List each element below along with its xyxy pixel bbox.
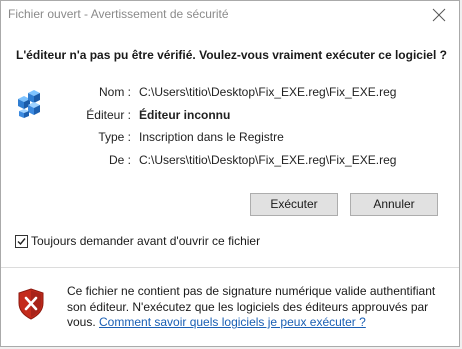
publisher-label: Éditeur : xyxy=(86,108,131,122)
from-value: C:\Users\titio\Desktop\Fix_EXE.reg\Fix_E… xyxy=(139,153,397,167)
name-value: C:\Users\titio\Desktop\Fix_EXE.reg\Fix_E… xyxy=(139,85,397,99)
type-label: Type : xyxy=(98,130,131,144)
registry-file-icon xyxy=(18,90,40,118)
always-ask-label[interactable]: Toujours demander avant d'ouvrir ce fich… xyxy=(31,234,260,248)
always-ask-checkbox[interactable] xyxy=(15,235,28,248)
type-value: Inscription dans le Registre xyxy=(139,130,284,144)
title-bar: Fichier ouvert - Avertissement de sécuri… xyxy=(1,1,459,29)
security-warning-dialog: Fichier ouvert - Avertissement de sécuri… xyxy=(0,0,460,347)
checkmark-icon xyxy=(17,238,26,246)
close-button[interactable] xyxy=(419,1,459,29)
security-shield-icon xyxy=(18,288,44,320)
separator xyxy=(1,267,459,268)
name-label: Nom : xyxy=(98,85,131,99)
warning-message: Ce fichier ne contient pas de signature … xyxy=(67,284,452,331)
publisher-value: Éditeur inconnu xyxy=(139,108,231,122)
help-link[interactable]: Comment savoir quels logiciels je peux e… xyxy=(99,315,366,329)
run-button[interactable]: Exécuter xyxy=(250,193,338,216)
window-title: Fichier ouvert - Avertissement de sécuri… xyxy=(8,7,229,21)
question-heading: L'éditeur n'a pas pu être vérifié. Voule… xyxy=(16,48,447,62)
close-icon xyxy=(432,8,446,22)
cancel-button[interactable]: Annuler xyxy=(350,193,438,216)
from-label: De : xyxy=(108,153,131,167)
